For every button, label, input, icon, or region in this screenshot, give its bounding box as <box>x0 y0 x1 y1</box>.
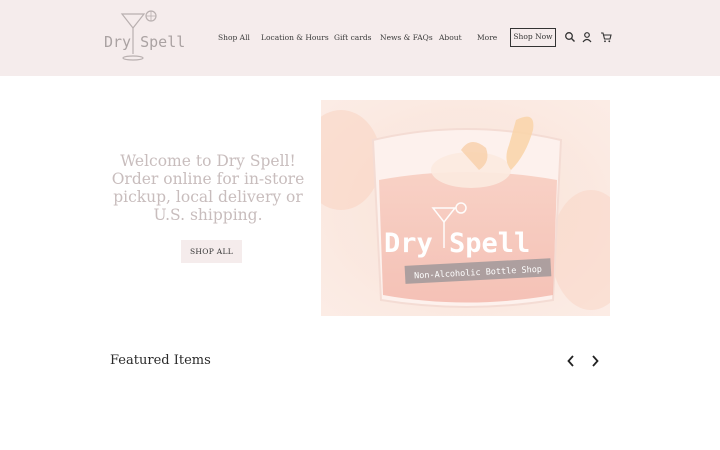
account-icon[interactable] <box>581 31 593 43</box>
hero-headline: Welcome to Dry Spell! Order online for i… <box>111 152 305 224</box>
cart-icon[interactable] <box>600 31 612 43</box>
featured-items-title: Featured Items <box>110 353 211 368</box>
nav-gift-cards[interactable]: Gift cards <box>334 33 371 42</box>
shop-all-button[interactable]: SHOP ALL <box>181 240 242 263</box>
svg-text:Dry Spell: Dry Spell <box>104 33 185 51</box>
nav-about[interactable]: About <box>439 33 462 42</box>
chevron-left-icon[interactable] <box>564 353 578 369</box>
chevron-right-icon[interactable] <box>588 353 602 369</box>
site-header: Dry Spell Shop All Location & Hours Gift… <box>0 0 720 76</box>
logo[interactable]: Dry Spell <box>100 8 190 68</box>
hero-image: Dry Spell Non-Alcoholic Bottle Shop <box>321 100 610 316</box>
shop-now-button[interactable]: Shop Now <box>510 28 556 47</box>
logo-image: Dry Spell <box>104 10 185 61</box>
nav-location-hours[interactable]: Location & Hours <box>261 33 329 42</box>
nav-shop-all[interactable]: Shop All <box>218 33 250 42</box>
search-icon[interactable] <box>564 31 576 43</box>
nav-news-faqs[interactable]: News & FAQs <box>380 33 433 42</box>
nav-more[interactable]: More <box>477 33 497 42</box>
